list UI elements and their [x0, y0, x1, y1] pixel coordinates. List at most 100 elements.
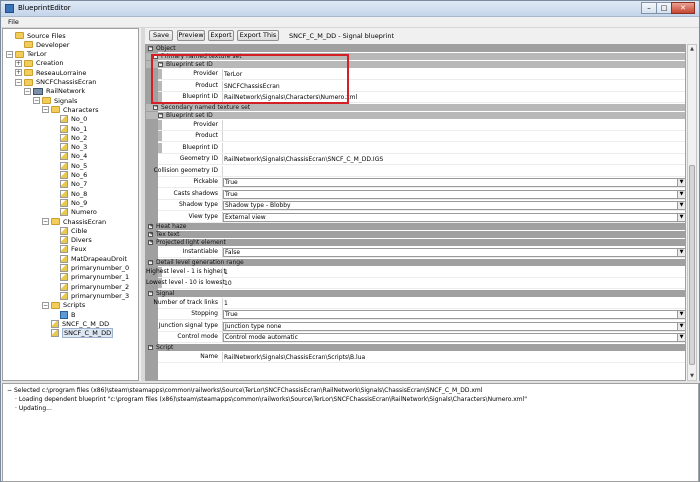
section-header[interactable]: − Primary named texture set: [146, 53, 685, 60]
collapse-icon[interactable]: −: [6, 50, 13, 58]
collapse-icon[interactable]: −: [153, 104, 158, 110]
section-header[interactable]: − Secondary named texture set: [146, 103, 685, 111]
collapse-icon[interactable]: −: [148, 290, 153, 296]
tree-item[interactable]: primarynumber_3: [51, 291, 129, 300]
tree-item[interactable]: No_4: [51, 152, 87, 161]
property-row[interactable]: Collision geometry ID: [146, 165, 685, 177]
collapse-icon[interactable]: −: [148, 344, 153, 350]
property-value[interactable]: [223, 132, 685, 141]
collapse-icon[interactable]: −: [33, 97, 40, 105]
tree-item[interactable]: primarynumber_0: [51, 264, 129, 273]
property-row[interactable]: Stopping True ▼: [146, 309, 685, 320]
property-value[interactable]: 10: [223, 279, 685, 288]
collapse-icon[interactable]: −: [148, 46, 153, 51]
scroll-thumb[interactable]: [689, 165, 695, 365]
tree-item[interactable]: Developer: [15, 40, 69, 49]
section-header[interactable]: − Object: [146, 45, 685, 52]
collapse-icon[interactable]: −: [148, 259, 153, 265]
property-dropdown[interactable]: Junction type none ▼: [223, 321, 685, 331]
property-value[interactable]: SNCFChassisEcran: [223, 82, 685, 91]
section-header[interactable]: − Signal: [146, 289, 685, 297]
property-dropdown[interactable]: True ▼: [223, 178, 685, 187]
tree-item[interactable]: primarynumber_2: [51, 282, 129, 291]
property-dropdown[interactable]: External view ▼: [223, 212, 685, 222]
tree-item[interactable]: + ReseauLorraine: [15, 68, 86, 77]
section-header[interactable]: + Projected light element: [146, 239, 685, 246]
tree-item[interactable]: MatDrapeauDroit: [51, 254, 127, 263]
property-dropdown[interactable]: Shadow type - Blobby ▼: [223, 201, 685, 210]
tree-item[interactable]: No_5: [51, 161, 87, 170]
dropdown-arrow-icon[interactable]: ▼: [677, 213, 685, 221]
property-row[interactable]: Number of track links 1: [146, 297, 685, 309]
property-row[interactable]: Product SNCFChassisEcran: [146, 80, 685, 92]
collapse-icon[interactable]: −: [15, 78, 22, 86]
property-value[interactable]: RailNetwork\Signals\Characters\Numero.xm…: [223, 93, 685, 102]
tree-item[interactable]: No_6: [51, 171, 87, 180]
property-row[interactable]: Geometry ID RailNetwork\Signals\ChassisEc…: [146, 154, 685, 165]
property-row[interactable]: Control mode Control mode automatic ▼: [146, 332, 685, 343]
tree-item[interactable]: Cible: [51, 226, 87, 235]
maximize-button[interactable]: □: [656, 2, 672, 14]
property-row[interactable]: Provider TerLor: [146, 69, 685, 80]
tree-item[interactable]: Feux: [51, 245, 86, 254]
menu-file[interactable]: File: [8, 18, 19, 26]
tree-item[interactable]: Source Files: [6, 31, 66, 40]
tree-item[interactable]: SNCF_C_M_DD: [42, 328, 114, 339]
property-row[interactable]: Junction signal type Junction type none ▼: [146, 320, 685, 332]
title-bar[interactable]: BlueprintEditor – □ ✕: [1, 1, 699, 17]
section-header[interactable]: + Tex text: [146, 231, 685, 238]
property-row[interactable]: Highest level - 1 is highest 1: [146, 266, 685, 278]
tree-item[interactable]: SNCF_C_M_DD: [42, 319, 109, 328]
tree-item[interactable]: − Signals: [33, 96, 77, 105]
property-dropdown[interactable]: True ▼: [223, 189, 685, 199]
expand-icon[interactable]: +: [148, 240, 153, 245]
tree-item[interactable]: No_7: [51, 180, 87, 189]
section-header[interactable]: − Blueprint set ID: [146, 61, 685, 68]
tree-item[interactable]: No_1: [51, 124, 87, 133]
section-header[interactable]: + Heat haze: [146, 223, 685, 230]
property-grid-scrollbar[interactable]: ▲ ▼: [687, 44, 697, 381]
collapse-icon[interactable]: −: [158, 62, 163, 67]
tree-item[interactable]: − RailNetwork: [24, 87, 85, 96]
tree-item[interactable]: Divers: [51, 236, 92, 245]
collapse-icon[interactable]: −: [7, 387, 14, 394]
property-row[interactable]: Product: [146, 131, 685, 142]
tree-item[interactable]: Numero: [51, 208, 97, 217]
tree-item[interactable]: − Characters: [42, 105, 98, 114]
expand-icon[interactable]: +: [148, 224, 153, 229]
expand-icon[interactable]: +: [15, 69, 22, 77]
tree-item[interactable]: No_0: [51, 115, 87, 124]
property-dropdown[interactable]: True ▼: [223, 310, 685, 319]
expand-icon[interactable]: +: [15, 59, 22, 67]
dropdown-arrow-icon[interactable]: ▼: [677, 249, 685, 256]
property-value[interactable]: [223, 121, 685, 130]
dropdown-arrow-icon[interactable]: ▼: [677, 179, 685, 186]
dropdown-arrow-icon[interactable]: ▼: [677, 334, 685, 341]
property-row[interactable]: Casts shadows True ▼: [146, 188, 685, 200]
scroll-up-icon[interactable]: ▲: [688, 45, 696, 53]
property-row[interactable]: Provider: [146, 119, 685, 131]
section-header[interactable]: − Blueprint set ID: [146, 111, 685, 119]
property-grid[interactable]: − Object − Primary named texture set − Bluepr…: [145, 44, 686, 381]
export-this-button[interactable]: Export This: [237, 30, 279, 41]
tree-item[interactable]: − ChassisEcran: [42, 217, 106, 226]
property-row[interactable]: View type External view ▼: [146, 211, 685, 223]
collapse-icon[interactable]: −: [42, 106, 49, 114]
preview-button[interactable]: Preview: [177, 30, 205, 41]
collapse-icon[interactable]: −: [24, 87, 31, 95]
save-button[interactable]: Save: [149, 30, 173, 41]
property-value[interactable]: TerLor: [223, 70, 685, 79]
property-row[interactable]: Blueprint ID: [146, 142, 685, 154]
export-button[interactable]: Export: [208, 30, 234, 41]
tree-item[interactable]: No_8: [51, 189, 87, 198]
tree-item[interactable]: B: [51, 310, 75, 319]
property-row[interactable]: Pickable True ▼: [146, 177, 685, 188]
tree-item[interactable]: No_9: [51, 198, 87, 207]
tree-item[interactable]: No_2: [51, 133, 87, 142]
property-value[interactable]: RailNetwork\Signals\ChassisEcran\SNCF_C_…: [223, 155, 685, 164]
section-header[interactable]: − Detail level generation range: [146, 258, 685, 266]
collapse-icon[interactable]: −: [158, 112, 163, 118]
tree-item[interactable]: − Scripts: [42, 301, 85, 310]
tree-item[interactable]: − SNCFChassisEcran: [15, 78, 96, 87]
dropdown-arrow-icon[interactable]: ▼: [677, 311, 685, 318]
